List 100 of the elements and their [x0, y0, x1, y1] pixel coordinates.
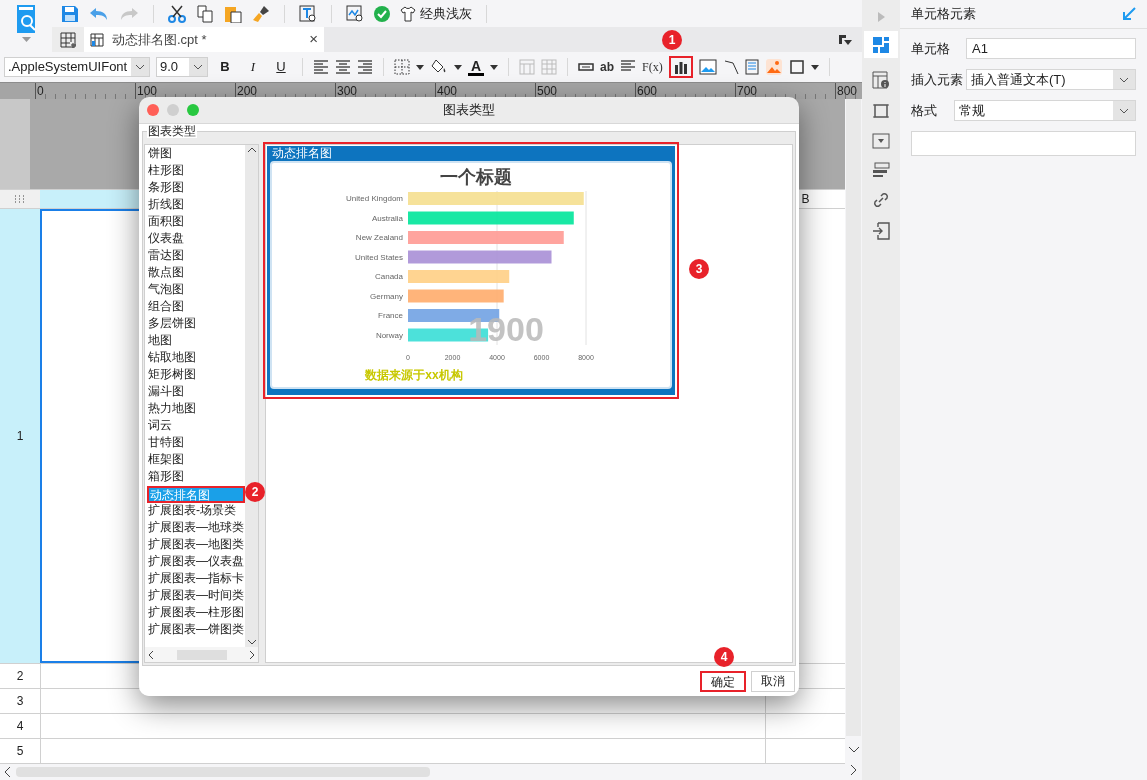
align-left-icon[interactable] — [313, 59, 329, 75]
undo-icon[interactable] — [89, 5, 109, 22]
dialog-button[interactable]: 取消 — [751, 670, 795, 692]
frame-icon[interactable] — [872, 102, 890, 120]
close-button[interactable]: × — [309, 28, 318, 51]
scroll-down-icon[interactable] — [847, 746, 860, 754]
arrow-icon[interactable] — [1122, 7, 1136, 21]
text-field-icon[interactable] — [578, 63, 594, 71]
merge-cells-icon[interactable] — [519, 59, 535, 75]
chart-type-item[interactable]: 条形图 — [147, 180, 245, 197]
chart-type-item[interactable]: 散点图 — [147, 265, 245, 282]
chart-type-item[interactable]: 扩展图表—时间类 — [147, 588, 245, 605]
chart-type-item[interactable]: 地图 — [147, 333, 245, 350]
italic-button[interactable]: I — [242, 57, 264, 77]
save-icon[interactable] — [61, 4, 79, 23]
scroll-up-icon[interactable] — [246, 147, 257, 153]
chart-type-item[interactable]: 扩展图表—指标卡 — [147, 571, 245, 588]
category-label: Canada — [374, 272, 403, 281]
caret-icon[interactable] — [454, 64, 462, 70]
link-icon[interactable] — [872, 191, 890, 209]
chart-type-item[interactable]: 箱形图 — [147, 469, 245, 486]
chart-type-item[interactable]: 扩展图表—地图类 — [147, 537, 245, 554]
caret-icon[interactable] — [416, 64, 424, 70]
formula-tool[interactable]: F(x) — [642, 58, 663, 76]
cut-icon[interactable] — [168, 4, 186, 23]
sheet-cell[interactable] — [765, 714, 845, 738]
chart-type-item[interactable]: 饼图 — [147, 146, 245, 163]
report-search-icon[interactable] — [14, 4, 38, 34]
chart-type-item[interactable]: 扩展图表—地球类 — [147, 520, 245, 537]
file-tab[interactable]: 动态排名图.cpt * × — [84, 27, 324, 52]
chart-type-item[interactable]: 折线图 — [147, 197, 245, 214]
chart-type-item[interactable]: 面积图 — [147, 214, 245, 231]
ruler-label: 600 — [637, 84, 658, 98]
chart-type-item[interactable]: 漏斗图 — [147, 384, 245, 401]
sheet-cell[interactable] — [40, 739, 765, 763]
font-color-letter[interactable]: A — [470, 58, 482, 73]
chart-type-item[interactable]: 组合图 — [147, 299, 245, 316]
rectangle-icon[interactable] — [788, 59, 805, 75]
align-right-icon[interactable] — [357, 59, 373, 75]
check-icon[interactable] — [374, 5, 390, 22]
scroll-left-icon[interactable] — [148, 649, 154, 660]
select-field[interactable]: 常规 — [954, 100, 1136, 121]
chart-type-item[interactable]: 雷达图 — [147, 248, 245, 265]
scroll-right-icon[interactable] — [849, 764, 858, 776]
close-window-icon[interactable] — [147, 104, 159, 116]
text-tool[interactable]: ab — [600, 58, 614, 76]
align-center-icon[interactable] — [335, 59, 351, 75]
chart-type-item[interactable]: 框架图 — [147, 452, 245, 469]
select-all-icon[interactable] — [14, 195, 26, 203]
add-sheet-icon[interactable] — [60, 31, 76, 48]
photo-icon[interactable] — [764, 58, 783, 76]
size-select[interactable]: 9.0 — [156, 57, 208, 77]
bold-button[interactable]: B — [214, 57, 236, 77]
dropdown-widget-icon[interactable] — [872, 133, 890, 149]
slash-line-icon[interactable] — [722, 59, 739, 75]
sheet-cell[interactable] — [765, 739, 845, 763]
dropdown-menu-icon[interactable] — [838, 33, 852, 46]
chart-type-item[interactable]: 柱形图 — [147, 163, 245, 180]
chart-type-item[interactable]: 气泡图 — [147, 282, 245, 299]
scroll-left-icon[interactable] — [4, 766, 12, 778]
category-label: Germany — [370, 291, 403, 301]
font-select[interactable]: .AppleSystemUIFont — [4, 57, 150, 77]
chart-type-item[interactable]: 词云 — [147, 418, 245, 435]
chart-type-item[interactable]: 扩展图表-场景类 — [147, 503, 245, 520]
chart-type-item[interactable]: 扩展图表—仪表盘 — [147, 554, 245, 571]
chart-type-item[interactable]: 热力地图 — [147, 401, 245, 418]
scroll-down-icon[interactable] — [246, 639, 257, 645]
text-field[interactable]: A1 — [966, 38, 1136, 59]
select-field[interactable]: 插入普通文本(T) — [966, 69, 1136, 90]
chart-type-item[interactable]: 矩形树图 — [147, 367, 245, 384]
copy-icon[interactable] — [196, 4, 214, 23]
brush-icon[interactable] — [252, 4, 270, 23]
ruler-label: 500 — [537, 84, 558, 98]
chart-type-item[interactable]: 扩展图表—柱形图 — [147, 605, 245, 622]
paste-icon[interactable] — [224, 4, 242, 23]
chart-type-item[interactable]: 仪表盘 — [147, 231, 245, 248]
caret-icon[interactable] — [490, 64, 498, 70]
dialog-title: 图表类型 — [443, 101, 495, 120]
theme-label[interactable]: 经典浅灰 — [420, 3, 472, 24]
image-icon[interactable] — [698, 59, 717, 75]
underline-button[interactable]: U — [270, 57, 292, 77]
caret-icon[interactable] — [810, 64, 819, 70]
list-widget-icon[interactable] — [872, 162, 890, 178]
border-icon[interactable] — [394, 59, 410, 75]
shirt-icon[interactable] — [400, 5, 416, 22]
chart-type-item[interactable]: 钻取地图 — [147, 350, 245, 367]
fill-bucket-icon[interactable] — [430, 59, 448, 75]
text-search-icon[interactable] — [299, 4, 317, 23]
dialog-button[interactable]: 确定 — [700, 670, 746, 692]
cell-element-icon[interactable] — [872, 35, 890, 54]
chart-type-item[interactable]: 甘特图 — [147, 435, 245, 452]
sheet-cell[interactable] — [40, 714, 765, 738]
chart-search-icon[interactable] — [346, 4, 364, 23]
insert-icon[interactable] — [872, 222, 890, 240]
scroll-right-icon[interactable] — [249, 649, 255, 660]
chart-type-item[interactable]: 扩展图表—饼图类 — [147, 622, 245, 639]
chart-button[interactable] — [668, 56, 693, 78]
list-icon[interactable] — [744, 59, 759, 75]
cell-attribute-icon[interactable] — [872, 71, 890, 89]
chart-type-item[interactable]: 多层饼图 — [147, 316, 245, 333]
